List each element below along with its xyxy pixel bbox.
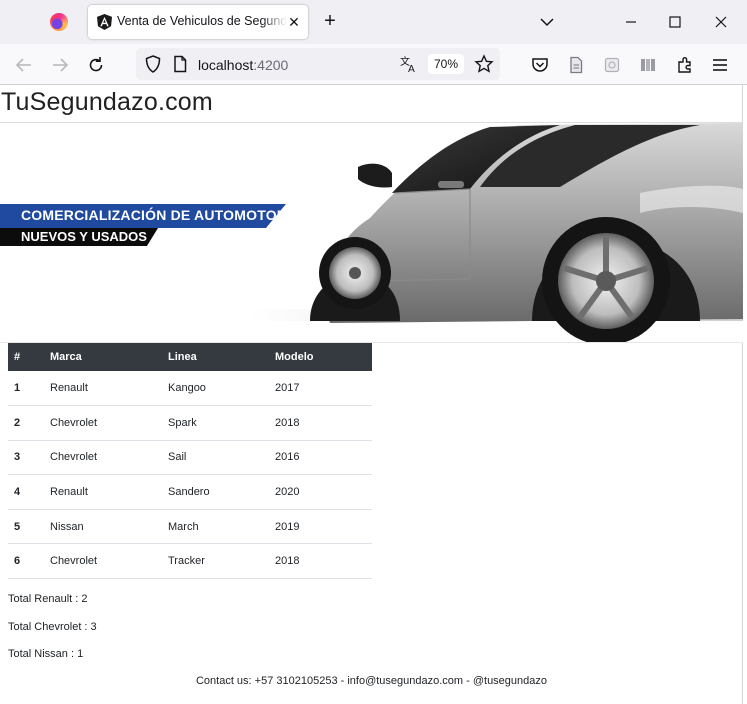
total-nissan: Total Nissan : 1 [8, 648, 84, 660]
maximize-window-icon[interactable] [664, 11, 686, 33]
table-row: 5 Nissan March 2019 [8, 509, 372, 545]
vehicles-table: # Marca Linea Modelo 1 Renault Kangoo 20… [8, 343, 372, 580]
banner-tagline-blue: COMERCIALIZACIÓN DE AUTOMOTORES [0, 204, 286, 228]
footer-contact: Contact us: +57 3102105253 - info@tusegu… [195, 675, 548, 687]
table-row: 4 Renault Sandero 2020 [8, 474, 372, 510]
reload-icon[interactable] [86, 55, 106, 75]
navigation-toolbar: localhost:4200 文 A 70% [0, 44, 747, 85]
url-text[interactable]: localhost:4200 [198, 57, 288, 73]
row-marca: Nissan [44, 509, 162, 545]
list-all-tabs-chevron-icon[interactable] [537, 12, 557, 32]
table-row: 1 Renault Kangoo 2017 [8, 371, 372, 407]
tab-strip: Venta de Vehiculos de Segunda ✕ + [0, 0, 747, 44]
back-arrow-icon[interactable] [14, 55, 34, 75]
table-row: 2 Chevrolet Spark 2018 [8, 405, 372, 441]
row-linea: March [162, 509, 269, 545]
library-books-icon[interactable] [638, 55, 658, 75]
row-marca: Chevrolet [44, 543, 162, 580]
banner-line-1: COMERCIALIZACIÓN DE AUTOMOTORES [21, 207, 307, 223]
table-row: 3 Chevrolet Sail 2016 [8, 440, 372, 476]
row-linea: Sail [162, 440, 269, 476]
row-modelo: 2018 [269, 405, 372, 441]
row-linea: Spark [162, 405, 269, 441]
page-content: TuSegundazo.com COMERCIALIZACIÓN DE AUTO… [0, 85, 743, 704]
row-number: 1 [8, 371, 44, 407]
column-header-modelo: Modelo [269, 343, 372, 371]
row-modelo: 2017 [269, 371, 372, 407]
row-modelo: 2016 [269, 440, 372, 476]
bookmark-star-icon[interactable] [474, 54, 494, 74]
reader-document-icon[interactable] [566, 55, 586, 75]
row-linea: Kangoo [162, 371, 269, 407]
shield-icon[interactable] [143, 54, 163, 74]
table-row: 6 Chevrolet Tracker 2018 [8, 543, 372, 580]
row-number: 3 [8, 440, 44, 476]
site-title: TuSegundazo.com [1, 88, 213, 116]
close-tab-icon[interactable]: ✕ [285, 13, 303, 31]
row-marca: Renault [44, 474, 162, 510]
forward-arrow-icon[interactable] [50, 55, 70, 75]
row-modelo: 2020 [269, 474, 372, 510]
column-header-marca: Marca [44, 343, 162, 371]
banner-line-2: NUEVOS Y USADOS [21, 229, 147, 244]
row-linea: Sandero [162, 474, 269, 510]
row-marca: Chevrolet [44, 440, 162, 476]
table-header-row: # Marca Linea Modelo [8, 343, 372, 371]
row-marca: Chevrolet [44, 405, 162, 441]
translate-icon[interactable]: 文 A [399, 54, 419, 74]
angular-icon [97, 14, 112, 30]
row-modelo: 2018 [269, 543, 372, 580]
hero-banner: COMERCIALIZACIÓN DE AUTOMOTORES NUEVOS Y… [0, 122, 743, 343]
page-info-icon[interactable] [170, 54, 190, 74]
total-chevrolet: Total Chevrolet : 3 [8, 620, 97, 633]
hamburger-menu-icon[interactable] [710, 55, 730, 75]
extension-icon[interactable] [602, 55, 622, 75]
tab-title: Venta de Vehiculos de Segunda [117, 14, 287, 28]
row-number: 5 [8, 509, 44, 545]
column-header-number: # [8, 343, 44, 371]
row-number: 6 [8, 543, 44, 580]
pocket-icon[interactable] [530, 55, 550, 75]
row-linea: Tracker [162, 543, 269, 580]
banner-tagline-black: NUEVOS Y USADOS [0, 228, 158, 246]
brand-totals: Total Renault : 2 Total Chevrolet : 3 To… [8, 593, 97, 676]
browser-tab-active[interactable]: Venta de Vehiculos de Segunda ✕ [88, 5, 308, 39]
total-renault: Total Renault : 2 [8, 593, 88, 605]
address-bar[interactable]: localhost:4200 文 A 70% [136, 48, 500, 80]
zoom-level-badge[interactable]: 70% [428, 54, 464, 74]
firefox-logo-icon[interactable] [50, 13, 68, 31]
row-marca: Renault [44, 371, 162, 407]
extensions-puzzle-icon[interactable] [675, 55, 695, 75]
new-tab-icon[interactable]: + [319, 11, 341, 33]
row-modelo: 2019 [269, 509, 372, 545]
column-header-linea: Linea [162, 343, 269, 371]
svg-text:A: A [408, 64, 415, 74]
row-number: 2 [8, 405, 44, 441]
minimize-window-icon[interactable] [620, 11, 642, 33]
row-number: 4 [8, 474, 44, 510]
close-window-icon[interactable] [710, 11, 732, 33]
